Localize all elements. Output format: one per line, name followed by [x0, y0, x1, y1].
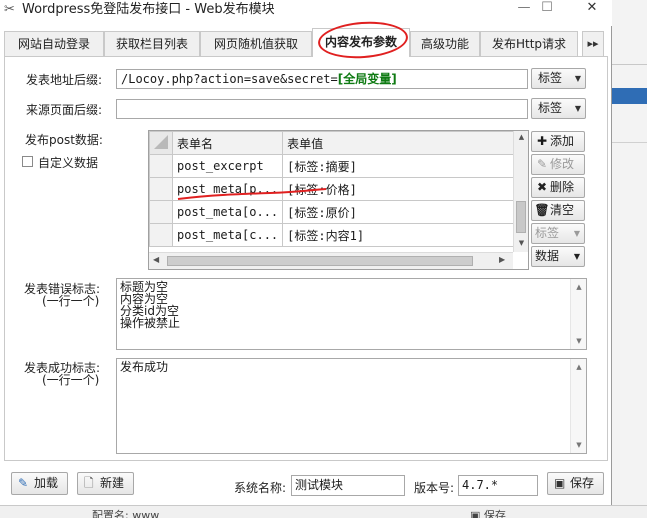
clear-rows-button[interactable]: 🗑清空: [531, 200, 585, 221]
tab-get-column-list[interactable]: 获取栏目列表: [104, 31, 200, 56]
chevron-down-icon: ▼: [573, 252, 580, 261]
row-name-cell[interactable]: post_meta[c...: [171, 223, 284, 247]
grid-header-value[interactable]: 表单值: [282, 131, 528, 155]
tab-strip: 网站自动登录 获取栏目列表 网页随机值获取 内容发布参数 高级功能 发布Http…: [4, 28, 608, 57]
row-value-cell[interactable]: [标签:原价]: [282, 200, 528, 224]
title-bar: ✂ Wordpress免登陆发布接口 - Web发布模块 — ☐ ✕: [0, 0, 612, 26]
scroll-up-icon[interactable]: ▲: [514, 133, 529, 141]
source-page-suffix-input[interactable]: [116, 99, 528, 119]
edit-file-icon: ✎: [18, 476, 29, 490]
success-flag-textarea[interactable]: 发布成功 ▲ ▼: [116, 358, 587, 454]
table-row[interactable]: post_meta[o... [标签:原价]: [149, 200, 528, 224]
scroll-down-icon[interactable]: ▼: [571, 439, 587, 451]
save-disk-icon: ▣: [554, 476, 566, 490]
scroll-up-icon[interactable]: ▲: [571, 281, 587, 293]
system-name-input[interactable]: 测试模块: [291, 475, 405, 496]
grid-vscroll-thumb[interactable]: [516, 201, 526, 233]
chevron-down-icon: ▼: [574, 104, 581, 113]
maximize-button[interactable]: ☐: [527, 0, 567, 19]
tab-advanced[interactable]: 高级功能: [410, 31, 480, 56]
table-row[interactable]: post_meta[c... [标签:内容1]: [149, 223, 528, 247]
tab-auto-login[interactable]: 网站自动登录: [4, 31, 104, 56]
load-button[interactable]: ✎ 加载: [11, 472, 68, 495]
grid-horizontal-scrollbar[interactable]: ◀ ▶: [149, 252, 513, 269]
system-name-label: 系统名称:: [234, 481, 287, 495]
row-value-cell[interactable]: [标签:价格]: [282, 177, 528, 201]
window-title: Wordpress免登陆发布接口 - Web发布模块: [22, 2, 275, 17]
tab-scroll-right-button[interactable]: ▸▸: [582, 31, 604, 56]
close-x-icon: ✖: [536, 180, 548, 194]
app-logo-icon: ✂: [4, 2, 15, 17]
scroll-right-icon[interactable]: ▶: [499, 255, 505, 264]
tab-random-values[interactable]: 网页随机值获取: [200, 31, 312, 56]
row-name-cell[interactable]: post_meta[p...: [171, 177, 284, 201]
row-name-cell[interactable]: post_meta[o...: [171, 200, 284, 224]
post-url-suffix-label: 发表地址后缀:: [26, 73, 103, 87]
table-row[interactable]: post_meta[p... [标签:价格]: [149, 177, 528, 201]
row-value-cell[interactable]: [标签:内容1]: [282, 223, 528, 247]
version-input[interactable]: 4.7.*: [458, 475, 538, 496]
delete-row-button[interactable]: ✖ 删除: [531, 177, 585, 198]
error-textarea-scrollbar[interactable]: ▲ ▼: [570, 279, 586, 349]
edit-row-button[interactable]: ✎ 修改: [531, 154, 585, 175]
grid-vertical-scrollbar[interactable]: ▲ ▼: [513, 131, 528, 252]
table-row[interactable]: post_excerpt [标签:摘要]: [149, 154, 528, 178]
post-url-suffix-input[interactable]: /Locoy.php?action=save&secret=[全局变量]: [116, 69, 528, 89]
post-data-grid: 表单名 表单值 post_excerpt [标签:摘要] post_meta[p…: [148, 130, 529, 270]
chevron-down-icon: ▼: [573, 229, 580, 238]
source-page-suffix-label: 来源页面后缀:: [26, 103, 103, 117]
new-file-icon: 🗋: [84, 476, 94, 490]
row-value-cell[interactable]: [标签:摘要]: [282, 154, 528, 178]
scroll-down-icon[interactable]: ▼: [571, 335, 587, 347]
custom-data-checkbox[interactable]: [22, 156, 33, 167]
success-flag-hint: (一行一个): [42, 373, 100, 387]
tab-content-post-params[interactable]: 内容发布参数: [312, 28, 410, 57]
post-data-label: 发布post数据:: [25, 133, 103, 147]
save-button[interactable]: ▣ 保存: [547, 472, 604, 495]
row-name-cell[interactable]: post_excerpt: [171, 154, 284, 178]
close-button[interactable]: ✕: [572, 0, 612, 19]
custom-data-label: 自定义数据: [38, 156, 99, 170]
success-textarea-scrollbar[interactable]: ▲ ▼: [570, 359, 586, 453]
scroll-left-icon[interactable]: ◀: [153, 255, 159, 264]
background-app: [612, 0, 647, 518]
grid-header-name[interactable]: 表单名: [171, 131, 284, 155]
trash-icon: 🗑: [534, 203, 550, 217]
post-url-tag-dropdown[interactable]: 标签 ▼: [531, 68, 586, 89]
add-row-button[interactable]: ✚ 添加: [531, 131, 585, 152]
error-flag-textarea[interactable]: 标题为空 内容为空 分类id为空 操作被禁止 ▲ ▼: [116, 278, 587, 350]
scroll-up-icon[interactable]: ▲: [571, 361, 587, 373]
source-page-tag-dropdown[interactable]: 标签 ▼: [531, 98, 586, 119]
tab-http-request[interactable]: 发布Http请求: [480, 31, 578, 56]
plus-icon: ✚: [536, 134, 548, 148]
error-flag-hint: (一行一个): [42, 294, 100, 308]
grid-data-dropdown[interactable]: 数据 ▼: [531, 246, 585, 267]
grid-hscroll-thumb[interactable]: [167, 256, 473, 266]
background-config-label: 配置名: www: [92, 509, 160, 518]
background-save-button[interactable]: ▣ 保存: [470, 507, 506, 518]
grid-corner: [149, 131, 173, 155]
module-window: ✂ Wordpress免登陆发布接口 - Web发布模块 — ☐ ✕ 网站自动登…: [0, 0, 612, 505]
scroll-down-icon[interactable]: ▼: [514, 239, 529, 247]
chevron-down-icon: ▼: [574, 74, 581, 83]
grid-tag-dropdown[interactable]: 标签 ▼: [531, 223, 585, 244]
corner-triangle-icon: [154, 134, 168, 149]
background-selection-strip: [612, 88, 647, 104]
grid-header-row: 表单名 表单值: [149, 131, 528, 155]
pencil-icon: ✎: [536, 157, 548, 171]
background-app-footer: 配置名: www ▣ 保存: [0, 505, 647, 518]
version-label: 版本号:: [414, 481, 455, 495]
new-button[interactable]: 🗋 新建: [77, 472, 134, 495]
